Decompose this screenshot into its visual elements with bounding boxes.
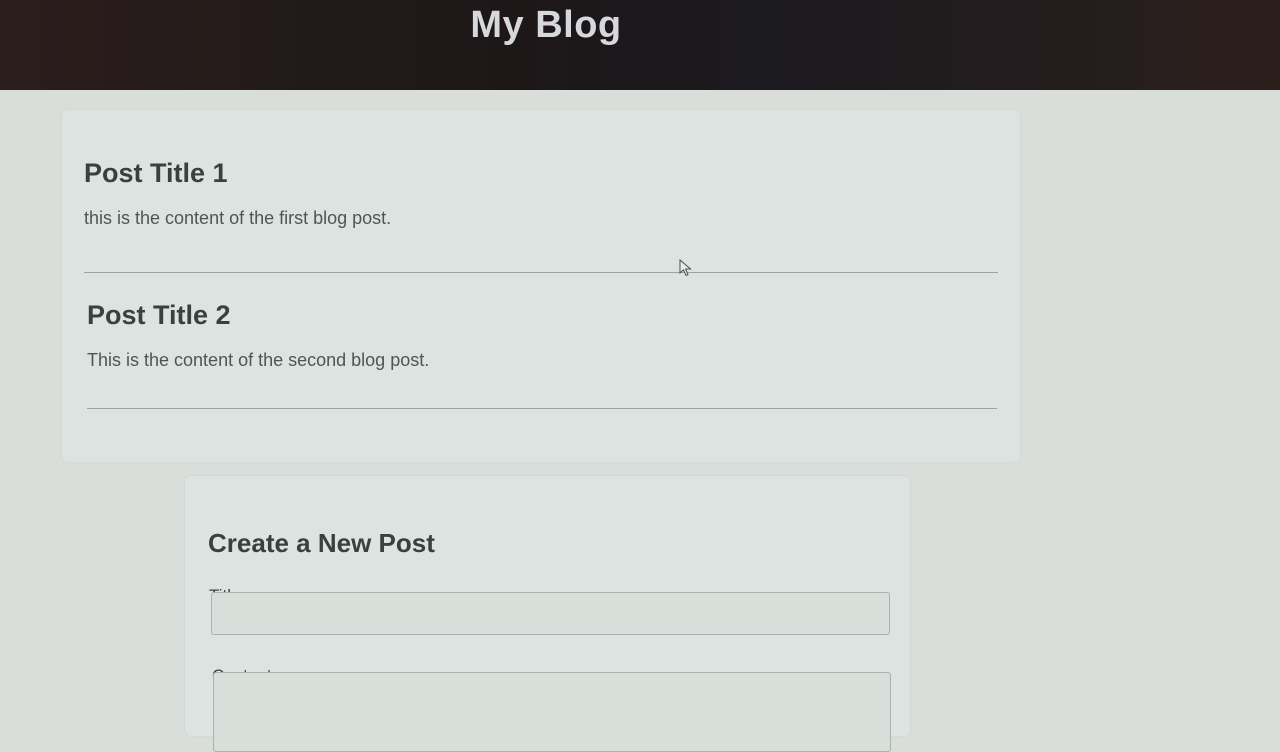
- blog-post: Post Title 2 This is the content of the …: [87, 300, 1001, 409]
- post-title: Post Title 1: [84, 158, 228, 188]
- site-header: My Blog: [0, 0, 1280, 90]
- new-post-form: Create a New Post Title: Content:: [185, 476, 910, 752]
- post-divider: [87, 408, 997, 409]
- post-title: Post Title 2: [87, 300, 231, 330]
- content-field[interactable]: [213, 672, 891, 752]
- blog-post: Post Title 1 this is the content of the …: [84, 158, 998, 273]
- cursor-arrow-icon: [679, 259, 692, 277]
- title-field[interactable]: [211, 592, 890, 635]
- post-content: This is the content of the second blog p…: [87, 350, 430, 370]
- site-title: My Blog: [470, 4, 622, 46]
- post-content: this is the content of the first blog po…: [84, 208, 392, 228]
- form-heading: Create a New Post: [208, 528, 435, 558]
- posts-list: Post Title 1 this is the content of the …: [62, 110, 1020, 462]
- post-divider: [84, 272, 998, 273]
